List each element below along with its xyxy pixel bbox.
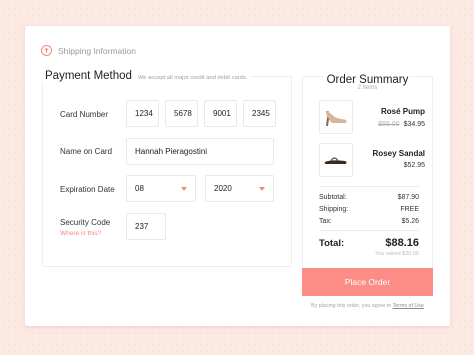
summary-divider (319, 230, 419, 231)
total-row: Total: $88.16 (319, 237, 419, 249)
shipping-step-label: Shipping Information (58, 45, 136, 56)
payment-title: Payment Method We accept all major credi… (42, 70, 251, 82)
expiration-label: Expiration Date (60, 185, 115, 194)
terms-of-use-link[interactable]: Terms of Use (393, 303, 424, 309)
product-old-price: $55.00 (378, 121, 400, 128)
checkout-card: Shipping Information Payment Method We a… (25, 26, 450, 326)
terms-prefix: By placing this order, you agree to (311, 303, 392, 309)
payment-note: We accept all major credit and debit car… (137, 75, 248, 81)
shipping-row: Shipping: FREE (319, 206, 419, 213)
chevron-down-icon (259, 187, 265, 191)
tax-label: Tax: (319, 218, 332, 225)
shipping-value: FREE (400, 206, 419, 213)
product-name: Rosey Sandal (372, 149, 425, 158)
savings-note: You saved $20.05 (375, 251, 419, 257)
tax-row: Tax: $5.26 (319, 218, 419, 225)
expiration-year-value: 2020 (214, 184, 232, 193)
expiration-month-select[interactable]: 08 (126, 175, 196, 202)
arrow-up-circle-icon (41, 45, 52, 56)
card-number-label: Card Number (60, 110, 109, 119)
name-on-card-label: Name on Card (60, 147, 113, 156)
card-number-group-4[interactable]: 2345 (243, 100, 276, 127)
place-order-button[interactable]: Place Order (302, 268, 433, 296)
payment-heading: Payment Method (45, 70, 132, 82)
shipping-label: Shipping: (319, 206, 349, 213)
where-is-this-link[interactable]: Where is this? (60, 230, 101, 237)
card-number-group-1[interactable]: 1234 (126, 100, 159, 127)
product-price: $55.00 $34.95 (345, 121, 425, 128)
expiration-year-select[interactable]: 2020 (205, 175, 274, 202)
subtotal-value: $87.90 (397, 194, 419, 201)
total-label: Total: (319, 238, 345, 249)
security-code-label: Security Code (60, 218, 111, 227)
chevron-down-icon (181, 187, 187, 191)
product-price: $52.95 (403, 162, 425, 169)
product-name: Rosé Pump (380, 107, 425, 116)
security-code-field[interactable]: 237 (126, 213, 166, 240)
tax-value: $5.26 (401, 218, 419, 225)
summary-divider (319, 186, 419, 187)
name-on-card-field[interactable]: Hannah Pieragostini (126, 138, 274, 165)
product-sale-price: $34.95 (403, 121, 425, 128)
expiration-month-value: 08 (135, 184, 144, 193)
product-thumbnail[interactable] (319, 100, 353, 134)
shipping-step[interactable]: Shipping Information (41, 45, 136, 56)
item-count: 2 Items (357, 85, 378, 91)
subtotal-row: Subtotal: $87.90 (319, 194, 419, 201)
subtotal-label: Subtotal: (319, 194, 347, 201)
card-number-group-2[interactable]: 5678 (165, 100, 198, 127)
card-number-group-3[interactable]: 9001 (204, 100, 237, 127)
total-value: $88.16 (385, 237, 419, 249)
terms-note: By placing this order, you agree to Term… (302, 303, 433, 309)
